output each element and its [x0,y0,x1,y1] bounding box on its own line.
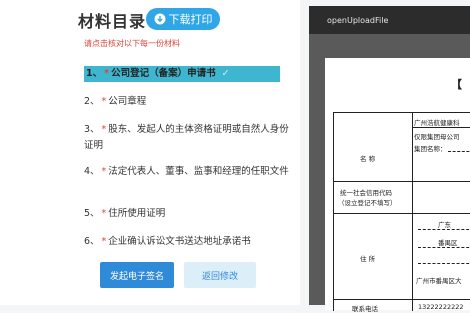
doc-bracket: 【 [451,78,462,91]
material-item[interactable]: 2、 * 公司章程 [84,94,294,110]
material-number: 4、 [84,166,100,177]
required-star: * [101,236,107,247]
hint-text: 请点击核对以下每一份材料 [84,39,180,48]
download-icon [154,13,166,25]
material-number: 5、 [84,208,100,219]
material-number: 3、 [84,124,100,135]
material-item[interactable]: 5、 * 住所使用证明 [84,206,294,222]
district-value: 番禺区 [438,239,458,247]
address-label: 住 所 [360,255,376,263]
table-divider [412,127,470,128]
table-divider [334,299,470,300]
material-number: 1、 [86,68,103,79]
material-label: 住所使用证明 [108,208,166,219]
required-star: * [101,124,107,135]
underline [448,151,470,152]
address-line: 广州市番禺区大 [416,277,462,285]
back-to-edit-button[interactable]: 返回修改 [184,262,256,288]
viewer-title: openUploadFile [327,15,389,25]
group-line-2: 集团名称： [414,145,447,153]
download-print-button[interactable]: 下载打印 [146,8,220,30]
required-star: * [104,68,110,79]
material-label: 法定代表人、董事、监事和经理的任职文件 [108,166,289,177]
group-line-1: 仅限集团母公司 [414,133,460,141]
name-label: 名 称 [360,155,376,163]
materials-panel: 材料目录 下载打印 请点击核对以下每一份材料 1、 * 公司登记（备案）申请书 ✓ 2… [0,0,300,305]
material-label: 股东、发起人的主体资格证明或自然人身份证明 [84,124,289,151]
credit-code-note: （设立登记不填写） [338,199,397,207]
start-e-signature-button[interactable]: 发起电子签名 [100,262,174,288]
material-item[interactable]: 3、 * 股东、发起人的主体资格证明或自然人身份证明 [84,122,294,154]
table-divider [334,213,470,214]
file-viewer: openUploadFile 【 名 称 广州浩航健康科 仅限集团母公司 集团名… [309,6,470,313]
download-print-label: 下载打印 [168,13,213,26]
table-divider [334,181,470,182]
name-value: 广州浩航健康科 [414,119,460,127]
material-item[interactable]: 1、 * 公司登记（备案）申请书 ✓ [84,66,280,82]
phone-value: 13222222222 [418,303,464,311]
required-star: * [101,166,107,177]
province-value: 广东 [438,221,451,229]
page-title: 材料目录 [78,12,147,31]
credit-code-label: 统一社会信用代码 [340,189,392,197]
material-label: 公司登记（备案）申请书 [111,68,216,79]
underline [418,229,470,230]
viewer-title-bar: openUploadFile [309,6,470,34]
table-divider [412,113,413,311]
required-star: * [101,96,107,107]
document-page[interactable]: 【 名 称 广州浩航健康科 仅限集团母公司 集团名称： 统一社会信用代码 （设立… [325,58,470,313]
material-item[interactable]: 6、 * 企业确认诉讼文书送达地址承诺书 [84,234,294,250]
material-number: 2、 [84,96,100,107]
material-label: 公司章程 [108,96,147,107]
material-label: 企业确认诉讼文书送达地址承诺书 [108,236,251,247]
registration-form-table: 名 称 广州浩航健康科 仅限集团母公司 集团名称： 统一社会信用代码 （设立登记… [333,112,470,313]
material-number: 6、 [84,236,100,247]
check-icon: ✓ [221,68,230,79]
material-item[interactable]: 4、 * 法定代表人、董事、监事和经理的任职文件 [84,164,294,180]
underline [418,247,470,248]
underline [418,263,470,264]
required-star: * [101,208,107,219]
